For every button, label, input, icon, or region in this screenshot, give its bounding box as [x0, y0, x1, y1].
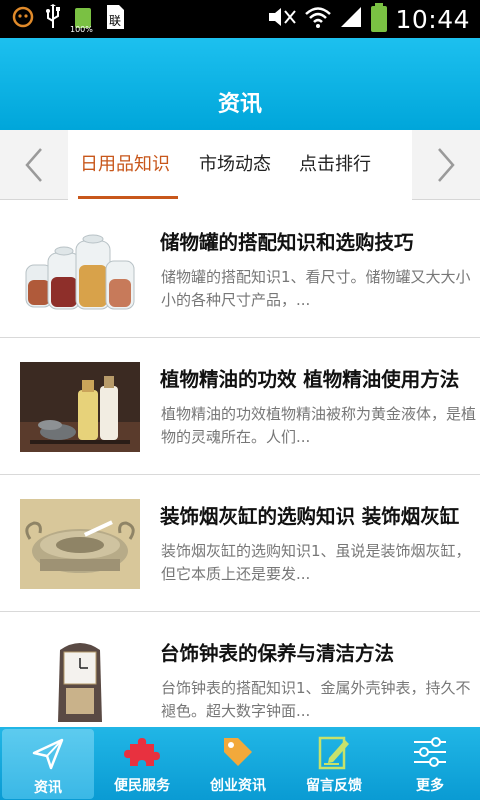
news-thumbnail	[20, 499, 140, 589]
battery-small-label: 100%	[70, 25, 93, 34]
edit-icon	[318, 736, 349, 770]
status-bar: 100% 联 10:44	[0, 0, 480, 38]
list-item[interactable]: 台饰钟表的保养与清洁方法 台饰钟表的搭配知识1、金属外壳钟表，持久不褪色。超大数…	[0, 612, 480, 727]
news-list: 储物罐的搭配知识和选购技巧 储物罐的搭配知识1、看尺寸。储物罐又大大小小的各种尺…	[0, 201, 480, 727]
sim-icon: 联	[104, 4, 126, 34]
prev-tab-button[interactable]	[0, 130, 68, 200]
news-title: 储物罐的搭配知识和选购技巧	[160, 231, 414, 254]
list-item[interactable]: 储物罐的搭配知识和选购技巧 储物罐的搭配知识1、看尺寸。储物罐又大大小小的各种尺…	[0, 201, 480, 338]
news-description: 装饰烟灰缸的选购知识1、虽说是装饰烟灰缸，但它本质上还是要发...	[161, 542, 471, 583]
signal-icon	[339, 5, 363, 33]
news-description: 植物精油的功效植物精油被称为黄金液体，是植物的灵魂所在。人们...	[161, 405, 477, 446]
category-tabs: 日用品知识 市场动态 点击排行	[0, 130, 480, 200]
chevron-left-icon	[25, 148, 42, 182]
wifi-icon	[305, 5, 332, 33]
news-description: 储物罐的搭配知识1、看尺寸。储物罐又大大小小的各种尺寸产品，...	[161, 268, 471, 309]
list-item[interactable]: 植物精油的功效 植物精油使用方法 植物精油的功效植物精油被称为黄金液体，是植物的…	[0, 338, 480, 475]
tag-icon	[224, 738, 252, 766]
news-title: 台饰钟表的保养与清洁方法	[160, 642, 395, 665]
mute-icon	[267, 5, 297, 33]
nav-more[interactable]: 更多	[382, 727, 478, 800]
svg-text:联: 联	[109, 14, 121, 28]
tab-market-news[interactable]: 市场动态	[199, 130, 271, 200]
sliders-icon	[414, 737, 446, 767]
news-title: 植物精油的功效 植物精油使用方法	[160, 368, 460, 391]
tab-daily-goods[interactable]: 日用品知识	[80, 130, 170, 200]
page-title: 资讯	[217, 92, 262, 117]
active-tab-indicator	[78, 196, 178, 199]
nav-label: 创业资讯	[210, 778, 266, 794]
news-thumbnail	[20, 225, 140, 315]
send-icon	[32, 738, 64, 770]
bottom-nav: 资讯 便民服务 创业资讯 留言反馈 更多	[0, 727, 480, 800]
header: 资讯	[0, 38, 480, 130]
news-thumbnail	[20, 362, 140, 452]
nav-news[interactable]: 资讯	[2, 729, 94, 799]
nav-label: 便民服务	[114, 778, 170, 794]
battery-icon: 100%	[70, 6, 94, 34]
news-thumbnail	[20, 636, 140, 726]
list-item[interactable]: 装饰烟灰缸的选购知识 装饰烟灰缸 装饰烟灰缸的选购知识1、虽说是装饰烟灰缸，但它…	[0, 475, 480, 612]
nav-label: 留言反馈	[306, 778, 362, 794]
nav-feedback[interactable]: 留言反馈	[286, 727, 382, 800]
chevron-right-icon	[438, 148, 455, 182]
tab-click-ranking[interactable]: 点击排行	[299, 130, 371, 200]
puzzle-icon	[124, 738, 160, 766]
usb-icon	[44, 4, 62, 34]
nav-services[interactable]: 便民服务	[94, 727, 190, 800]
news-description: 台饰钟表的搭配知识1、金属外壳钟表，持久不褪色。超大数字钟面...	[161, 679, 471, 720]
nav-business[interactable]: 创业资讯	[190, 727, 286, 800]
nav-label: 更多	[416, 778, 444, 794]
news-title: 装饰烟灰缸的选购知识 装饰烟灰缸	[160, 505, 460, 528]
next-tab-button[interactable]	[412, 130, 480, 200]
debug-icon	[12, 6, 34, 32]
clock: 10:44	[395, 4, 470, 34]
nav-label: 资讯	[34, 780, 62, 796]
battery-full-icon	[371, 3, 388, 32]
